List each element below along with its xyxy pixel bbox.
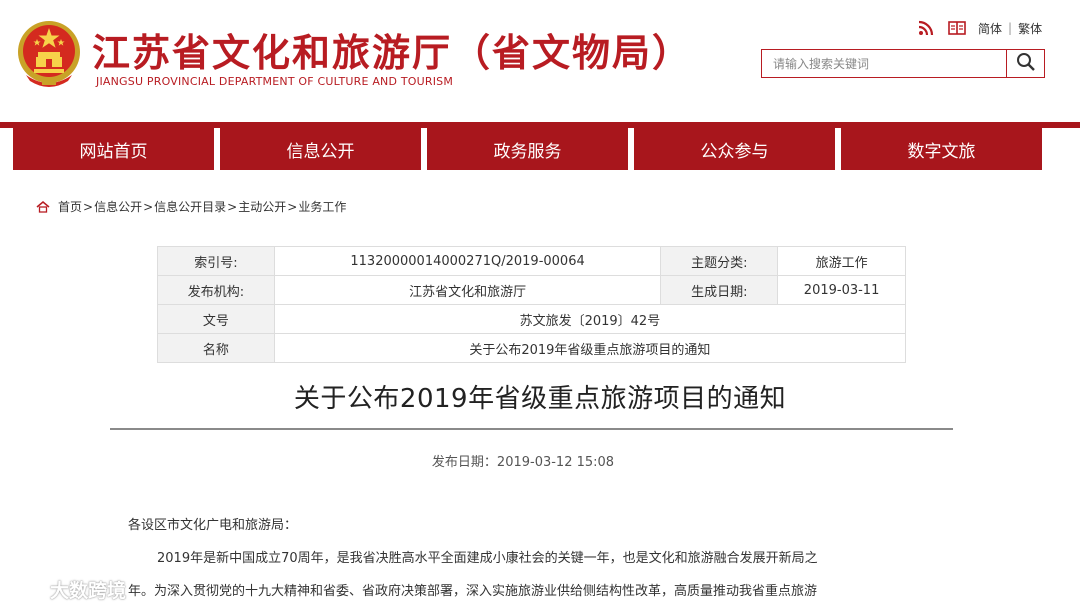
nav-item-digital-tourism[interactable]: 数字文旅 xyxy=(841,128,1042,170)
simplified-chinese-link[interactable]: 简体 xyxy=(978,20,1002,37)
link-separator: | xyxy=(1008,21,1013,35)
search-box xyxy=(761,49,1045,78)
article-paragraph-line: 2019年是新中国成立70周年，是我省决胜高水平全面建成小康社会的关键一年，也是… xyxy=(157,551,818,566)
rss-icon[interactable] xyxy=(918,20,936,36)
publisher-label: 发布机构: xyxy=(157,275,275,305)
nav-item-gov-services[interactable]: 政务服务 xyxy=(427,128,628,170)
national-emblem-icon xyxy=(16,19,82,89)
date-label: 生成日期: xyxy=(660,275,779,305)
date-value: 2019-03-11 xyxy=(777,275,906,305)
breadcrumb-catalog[interactable]: 信息公开目录 xyxy=(154,198,226,215)
article-paragraph-line: 年。为深入贯彻党的十九大精神和省委、省政府决策部署，深入实施旅游业供给侧结构性改… xyxy=(128,584,818,599)
title-divider xyxy=(110,428,953,430)
breadcrumb-sep: > xyxy=(287,199,298,214)
top-links: 简体 | 繁体 xyxy=(918,19,1042,37)
breadcrumb-info-disclosure[interactable]: 信息公开 xyxy=(94,198,142,215)
search-icon xyxy=(1016,52,1036,76)
nav-item-public-participation[interactable]: 公众参与 xyxy=(634,128,835,170)
site-title: 江苏省文化和旅游厅（省文物局） xyxy=(92,31,693,75)
docno-label: 文号 xyxy=(157,304,275,334)
watermark-logo-icon xyxy=(12,581,48,596)
document-info-table: 索引号: 11320000014000271Q/2019-00064 主题分类:… xyxy=(157,246,907,363)
breadcrumb-sep: > xyxy=(143,199,154,214)
name-label: 名称 xyxy=(157,333,275,363)
search-input[interactable] xyxy=(762,50,1008,77)
traditional-chinese-link[interactable]: 繁体 xyxy=(1018,20,1042,37)
nav-item-home[interactable]: 网站首页 xyxy=(13,128,214,170)
home-icon xyxy=(36,200,50,213)
article-title: 关于公布2019年省级重点旅游项目的通知 xyxy=(293,384,787,414)
nav-item-info-disclosure[interactable]: 信息公开 xyxy=(220,128,421,170)
name-value: 关于公布2019年省级重点旅游项目的通知 xyxy=(273,333,907,363)
category-label: 主题分类: xyxy=(660,246,779,276)
index-value: 11320000014000271Q/2019-00064 xyxy=(273,246,662,276)
article-salutation: 各设区市文化广电和旅游局： xyxy=(128,518,298,533)
book-icon[interactable] xyxy=(948,20,966,36)
table-row: 索引号: 11320000014000271Q/2019-00064 主题分类:… xyxy=(157,246,906,276)
watermark-text: 大数跨境 xyxy=(50,580,127,602)
breadcrumb: 首页 > 信息公开 > 信息公开目录 > 主动公开 > 业务工作 xyxy=(36,198,346,215)
table-row: 发布机构: 江苏省文化和旅游厅 生成日期: 2019-03-11 xyxy=(157,275,906,305)
index-label: 索引号: xyxy=(157,246,275,276)
publish-date: 发布日期：2019-03-12 15:08 xyxy=(431,455,615,470)
watermark: 大数跨境 xyxy=(10,576,126,603)
search-button[interactable] xyxy=(1006,50,1044,77)
table-row: 名称 关于公布2019年省级重点旅游项目的通知 xyxy=(157,333,907,363)
breadcrumb-active-disclosure[interactable]: 主动公开 xyxy=(238,198,286,215)
main-nav: 网站首页 信息公开 政务服务 公众参与 数字文旅 xyxy=(13,128,1042,170)
breadcrumb-sep: > xyxy=(83,199,94,214)
publisher-value: 江苏省文化和旅游厅 xyxy=(273,275,662,305)
site-header: 江苏省文化和旅游厅（省文物局） JIANGSU PROVINCIAL DEPAR… xyxy=(0,0,1080,122)
site-subtitle: JIANGSU PROVINCIAL DEPARTMENT OF CULTURE… xyxy=(96,75,454,88)
breadcrumb-sep: > xyxy=(227,199,238,214)
table-row: 文号 苏文旅发〔2019〕42号 xyxy=(157,304,907,334)
breadcrumb-home[interactable]: 首页 xyxy=(58,198,82,215)
category-value: 旅游工作 xyxy=(777,246,906,276)
docno-value: 苏文旅发〔2019〕42号 xyxy=(273,304,907,334)
breadcrumb-business-work[interactable]: 业务工作 xyxy=(298,198,346,215)
